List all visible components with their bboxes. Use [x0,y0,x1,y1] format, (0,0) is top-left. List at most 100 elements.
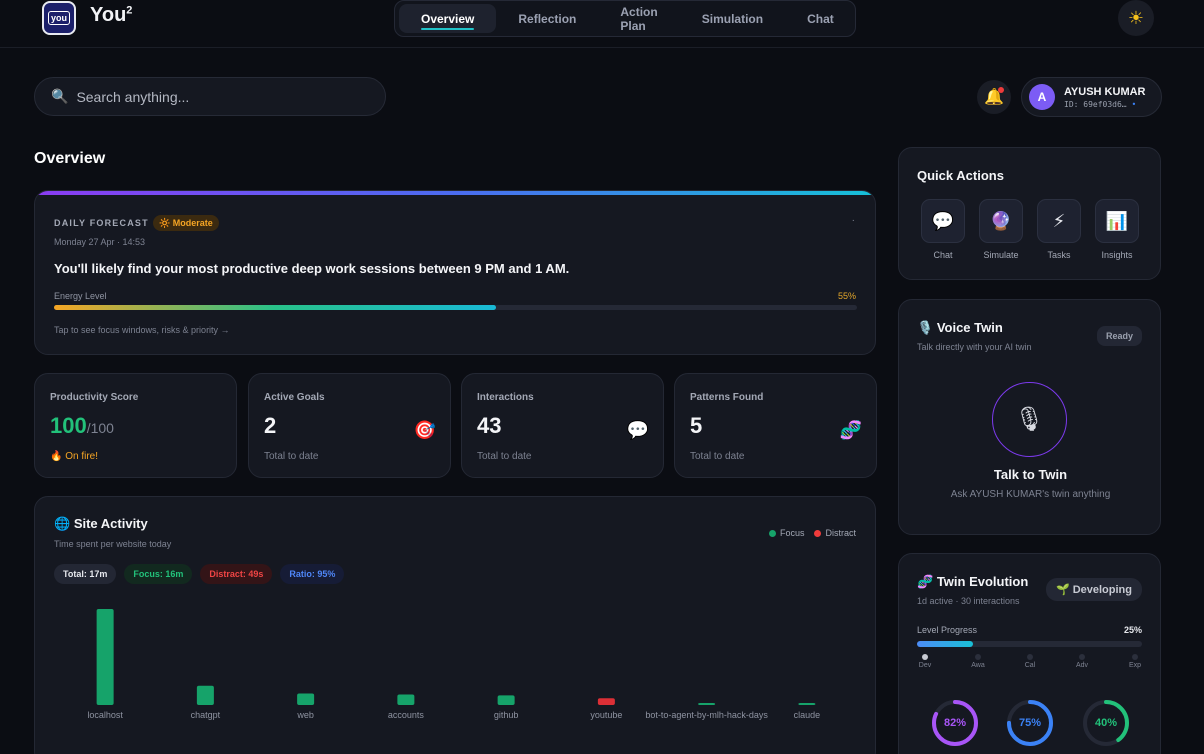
energy-progress-bar [54,305,857,310]
brand-superscript: 2 [126,4,133,17]
microphone-icon: 🎙️ [917,320,934,335]
ring-value: 75% [1018,717,1042,729]
stat-value: 43 [477,413,502,438]
search-bar[interactable]: 🔍 [34,77,386,116]
twin-evolution-subtitle: 1d active · 30 interactions [917,596,1020,606]
stat-active-goals[interactable]: Active Goals 2 🎯 Total to date [248,373,451,478]
bar-label-accounts: accounts [388,710,425,720]
energy-level-label: Energy Level [54,291,107,301]
bar-label-chatgpt: chatgpt [191,710,221,720]
tab-reflection[interactable]: Reflection [496,4,598,33]
notification-dot [998,87,1004,93]
metric-ring: 82% [931,699,979,747]
twin-evolution-title: 🧬 Twin Evolution [917,574,1029,589]
metric-ring: 40% [1082,699,1130,747]
bar-web[interactable] [297,693,315,705]
top-bar: you You2 Overview Reflection Action Plan… [0,0,1204,48]
user-name: AYUSH KUMAR [1064,85,1146,98]
bar-label-youtube: youtube [590,710,622,720]
voice-twin-title: 🎙️ Voice Twin [917,320,1003,335]
evolution-stage-badge: 🌱 Developing [1046,578,1142,601]
tab-chat[interactable]: Chat [785,4,856,33]
stat-interactions[interactable]: Interactions 43 💬 Total to date [461,373,664,478]
quick-action-insights-button[interactable]: 📊 [1095,199,1139,243]
tab-overview[interactable]: Overview [399,4,497,33]
ring-value: 82% [943,717,967,729]
forecast-date: Monday 27 Apr · 14:53 [54,237,146,247]
brand-name: You2 [90,4,133,26]
quick-action-label: Insights [1101,250,1133,260]
site-activity-card: localhost chatgpt web accounts github youtube… [34,496,876,754]
bar-chatgpt[interactable] [196,685,214,705]
forecast-status-badge: 🔆 Moderate [153,215,219,231]
dna-icon: 🧬 [839,420,862,440]
forecast-menu-icon[interactable]: · [852,215,855,226]
pill-focus: Focus: 16m [124,564,193,584]
stage-adv: Adv [1067,654,1097,669]
legend-focus-dot [768,529,776,537]
main-nav: Overview Reflection Action Plan Simulati… [394,0,856,37]
bar-youtube[interactable] [597,698,615,705]
quick-action-tasks-button[interactable]: ⚡ [1037,199,1081,243]
search-icon: 🔍 [51,88,69,104]
bar-label-localhost: localhost [87,710,123,720]
status-badge: Ready [1096,326,1142,346]
quick-action-label: Simulate [983,250,1019,260]
bar-localhost[interactable] [96,609,114,705]
user-profile-button[interactable]: A AYUSH KUMAR ID: 69ef03d6… • [1021,77,1162,117]
bar-github[interactable] [497,695,515,705]
quick-action-label: Chat [933,250,953,260]
energy-level-percent: 55% [837,291,856,301]
quick-action-label: Tasks [1047,250,1071,260]
bar-label-github: github [494,710,519,720]
quick-actions-title: Quick Actions [917,168,1004,183]
legend-distract-dot [814,529,822,537]
stat-title: Active Goals [264,392,325,403]
talk-to-twin-button[interactable]: 🎙 [992,382,1067,457]
bar-accounts[interactable] [397,694,415,705]
bar-bot-to-agent-by-mlh-hack-days[interactable] [698,703,716,705]
stat-subtitle: Total to date [690,451,745,462]
app-logo[interactable]: you [42,1,76,35]
quick-action-simulate-button[interactable]: 🔮 [979,199,1023,243]
stage-dev: Dev [910,654,940,669]
site-activity-subtitle: Time spent per website today [54,539,172,549]
search-input[interactable] [76,88,367,105]
forecast-hint-link[interactable]: Tap to see focus windows, risks & priori… [54,325,230,335]
energy-progress-fill [54,305,496,310]
stage-exp: Exp [1120,654,1150,669]
stat-productivity-score[interactable]: Productivity Score 100/100 🔥 On fire! [34,373,237,478]
stat-value: 2 [264,413,277,438]
metric-ring: 75% [1006,699,1054,747]
stat-subtitle: Total to date [477,451,532,462]
pill-ratio: Ratio: 95% [280,564,345,584]
pill-distract: Distract: 49s [200,564,273,584]
level-progress-bar [917,641,1142,647]
stat-patterns-found[interactable]: Patterns Found 5 🧬 Total to date [674,373,877,478]
sun-icon: ☀ [1127,7,1145,28]
notifications-button[interactable]: 🔔 [977,80,1011,114]
forecast-text: You'll likely find your most productive … [54,261,570,276]
ring-value: 40% [1094,717,1118,729]
site-activity-chart: localhost chatgpt web accounts github youtube… [87,609,820,720]
stat-title: Interactions [477,392,534,403]
gradient-accent [35,191,875,195]
dna-icon: 🧬 [917,574,934,589]
crystal-ball-icon: 🔮 [989,210,1013,231]
voice-twin-subtitle: Talk directly with your AI twin [917,342,1032,352]
stat-title: Productivity Score [50,392,139,403]
tab-action-plan[interactable]: Action Plan [598,4,679,33]
stage-awa: Awa [963,654,993,669]
talk-to-twin-label[interactable]: Talk to Twin [899,467,1160,482]
stage-cal: Cal [1015,654,1045,669]
sprout-icon: 🌱 [1056,584,1070,596]
bar-claude[interactable] [798,703,816,705]
quick-action-chat-button[interactable]: 💬 [921,199,965,243]
target-icon: 🎯 [413,420,436,440]
daily-forecast-card[interactable]: DAILY FORECAST 🔆 Moderate · Monday 27 Ap… [34,190,876,355]
stat-subtitle: 🔥 On fire! [50,451,99,462]
theme-toggle-button[interactable]: ☀ [1118,0,1154,36]
level-progress-fill [917,641,974,647]
avatar: A [1029,84,1055,110]
tab-simulation[interactable]: Simulation [680,4,785,33]
